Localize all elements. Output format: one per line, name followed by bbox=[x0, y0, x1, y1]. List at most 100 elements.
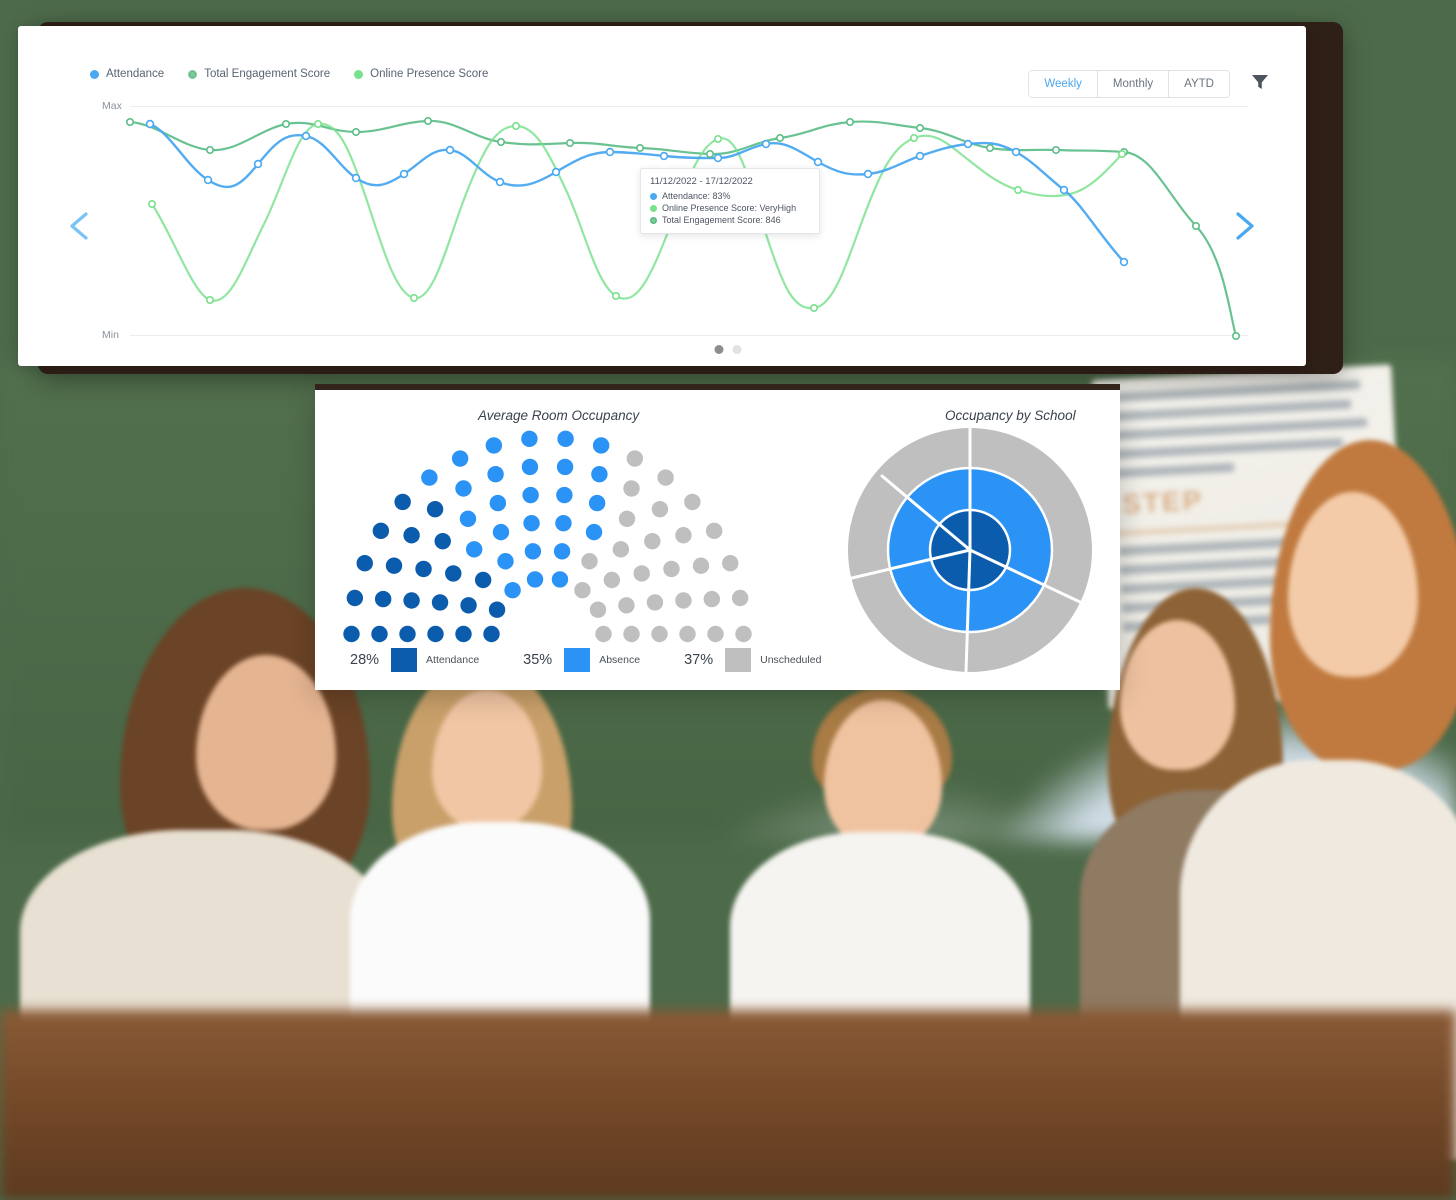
hemicycle-dot bbox=[581, 553, 598, 570]
absence-swatch bbox=[564, 648, 591, 672]
tooltip-row-online-presence: Online Presence Score: VeryHigh bbox=[650, 203, 810, 213]
tooltip-row-total-engagement: Total Engagement Score: 846 bbox=[650, 215, 810, 225]
tooltip-text: Online Presence Score: VeryHigh bbox=[662, 203, 797, 213]
hemicycle-dot bbox=[646, 594, 664, 611]
absence-label: Absence bbox=[599, 654, 641, 666]
hemicycle-dot bbox=[588, 494, 606, 512]
hemicycle-dot bbox=[663, 560, 680, 578]
background-table bbox=[0, 1010, 1456, 1200]
hemicycle-dot bbox=[434, 532, 451, 550]
hemicycle-dot bbox=[385, 557, 403, 574]
card-top-bar bbox=[315, 384, 1120, 390]
hemicycle-dot bbox=[431, 594, 449, 611]
hemicycle-dot bbox=[703, 590, 721, 608]
hemicycle-dot bbox=[574, 582, 591, 599]
tooltip-text: Total Engagement Score: 846 bbox=[662, 215, 781, 225]
average-room-occupancy-title: Average Room Occupancy bbox=[478, 408, 640, 423]
hemicycle-dot bbox=[675, 527, 692, 544]
legend-absence[interactable]: 35% Absence bbox=[523, 648, 684, 672]
hemicycle-dot bbox=[644, 532, 661, 550]
hemicycle-dot bbox=[705, 522, 723, 540]
hemicycle-dot bbox=[735, 625, 752, 643]
hemicycle-dot bbox=[618, 510, 636, 527]
hemicycle-dot bbox=[585, 523, 603, 541]
hemicycle-dot bbox=[415, 560, 432, 578]
chevron-right-icon[interactable] bbox=[1224, 204, 1264, 248]
hemicycle-dot bbox=[675, 592, 692, 609]
hemicycle-dot bbox=[526, 571, 544, 588]
hemicycle-dot bbox=[394, 493, 411, 511]
hemicycle-dot bbox=[356, 555, 373, 572]
hemicycle-dot bbox=[623, 480, 640, 497]
hemicycle-dot bbox=[592, 437, 610, 454]
hemicycle-dot bbox=[445, 565, 462, 582]
hemicycle-dot bbox=[403, 527, 420, 544]
hemicycle-dot bbox=[556, 486, 573, 504]
pagination-dot-1[interactable] bbox=[714, 345, 724, 354]
hemicycle-dot bbox=[521, 430, 538, 448]
hemicycle-dot bbox=[692, 557, 710, 574]
hemicycle-dot bbox=[485, 437, 503, 454]
hemicycle-dot bbox=[524, 543, 542, 560]
chart-tooltip: 11/12/2022 - 17/12/2022 Attendance: 83% … bbox=[640, 168, 820, 234]
hemicycle-dot bbox=[403, 592, 420, 609]
hemicycle-dot bbox=[731, 589, 749, 607]
hemicycle-dot bbox=[555, 514, 572, 532]
hemicycle-dot bbox=[618, 597, 635, 614]
pagination-dot-2[interactable] bbox=[732, 345, 742, 354]
hemicycle-dot bbox=[557, 430, 574, 448]
unscheduled-label: Unscheduled bbox=[760, 654, 822, 666]
hemicycle-dot bbox=[459, 510, 477, 527]
attendance-dot bbox=[650, 192, 657, 200]
attendance-percent: 28% bbox=[350, 652, 380, 668]
hemicycle-dot bbox=[489, 494, 507, 512]
hemicycle-dot bbox=[374, 590, 392, 608]
hemicycle-dot bbox=[603, 571, 621, 589]
hemicycle-dot bbox=[455, 480, 472, 497]
chevron-left-icon[interactable] bbox=[60, 204, 100, 248]
hemicycle-dot bbox=[343, 625, 360, 643]
hemicycle-dot bbox=[346, 589, 364, 607]
carousel-pagination bbox=[714, 345, 742, 354]
hemicycle-dot bbox=[521, 458, 539, 476]
hemicycle-dot bbox=[522, 486, 539, 504]
hemicycle-dot bbox=[497, 553, 514, 570]
occupancy-card: Average Room Occupancy Occupancy by Scho… bbox=[315, 384, 1120, 690]
hemicycle-dot bbox=[399, 625, 416, 643]
absence-percent: 35% bbox=[523, 652, 553, 668]
hemicycle-dot bbox=[591, 466, 608, 483]
unscheduled-percent: 37% bbox=[684, 652, 714, 668]
attendance-label: Attendance bbox=[426, 654, 480, 666]
hemicycle-dot bbox=[504, 582, 521, 599]
hemicycle-dot bbox=[551, 571, 569, 588]
hemicycle-dot bbox=[722, 555, 739, 572]
unscheduled-swatch bbox=[725, 648, 752, 672]
engagement-line-chart-card: Attendance Total Engagement Score Online… bbox=[18, 26, 1306, 366]
hemicycle-dot bbox=[651, 500, 669, 518]
tooltip-text: Attendance: 83% bbox=[662, 191, 731, 201]
hemicycle-dot bbox=[553, 543, 571, 560]
legend-unscheduled[interactable]: 37% Unscheduled bbox=[684, 648, 865, 672]
hemicycle-dot bbox=[589, 601, 607, 618]
hemicycle-dot bbox=[556, 458, 574, 476]
hemicycle-dot bbox=[595, 625, 612, 643]
hemicycle-dot bbox=[426, 500, 444, 518]
hemicycle-dot bbox=[483, 625, 500, 643]
occupancy-legend: 28% Attendance 35% Absence 37% Unschedul… bbox=[350, 648, 865, 672]
hemicycle-dot bbox=[523, 514, 540, 532]
hemicycle-dot bbox=[679, 625, 696, 643]
hemicycle-dot bbox=[488, 601, 506, 618]
legend-attendance[interactable]: 28% Attendance bbox=[350, 648, 523, 672]
hemicycle-dot bbox=[707, 625, 724, 643]
tooltip-date-range: 11/12/2022 - 17/12/2022 bbox=[650, 176, 753, 187]
hemicycle-dot bbox=[372, 522, 390, 540]
tooltip-row-attendance: Attendance: 83% bbox=[650, 191, 810, 201]
hemicycle-dot bbox=[623, 625, 640, 643]
hemicycle-dot bbox=[487, 466, 504, 483]
hemicycle-dot-chart bbox=[343, 430, 752, 643]
nested-donut-chart bbox=[848, 426, 1092, 674]
hemicycle-dot bbox=[612, 541, 630, 558]
hemicycle-dot bbox=[451, 450, 469, 467]
online-presence-dot bbox=[650, 204, 657, 212]
hemicycle-dot bbox=[657, 469, 674, 486]
